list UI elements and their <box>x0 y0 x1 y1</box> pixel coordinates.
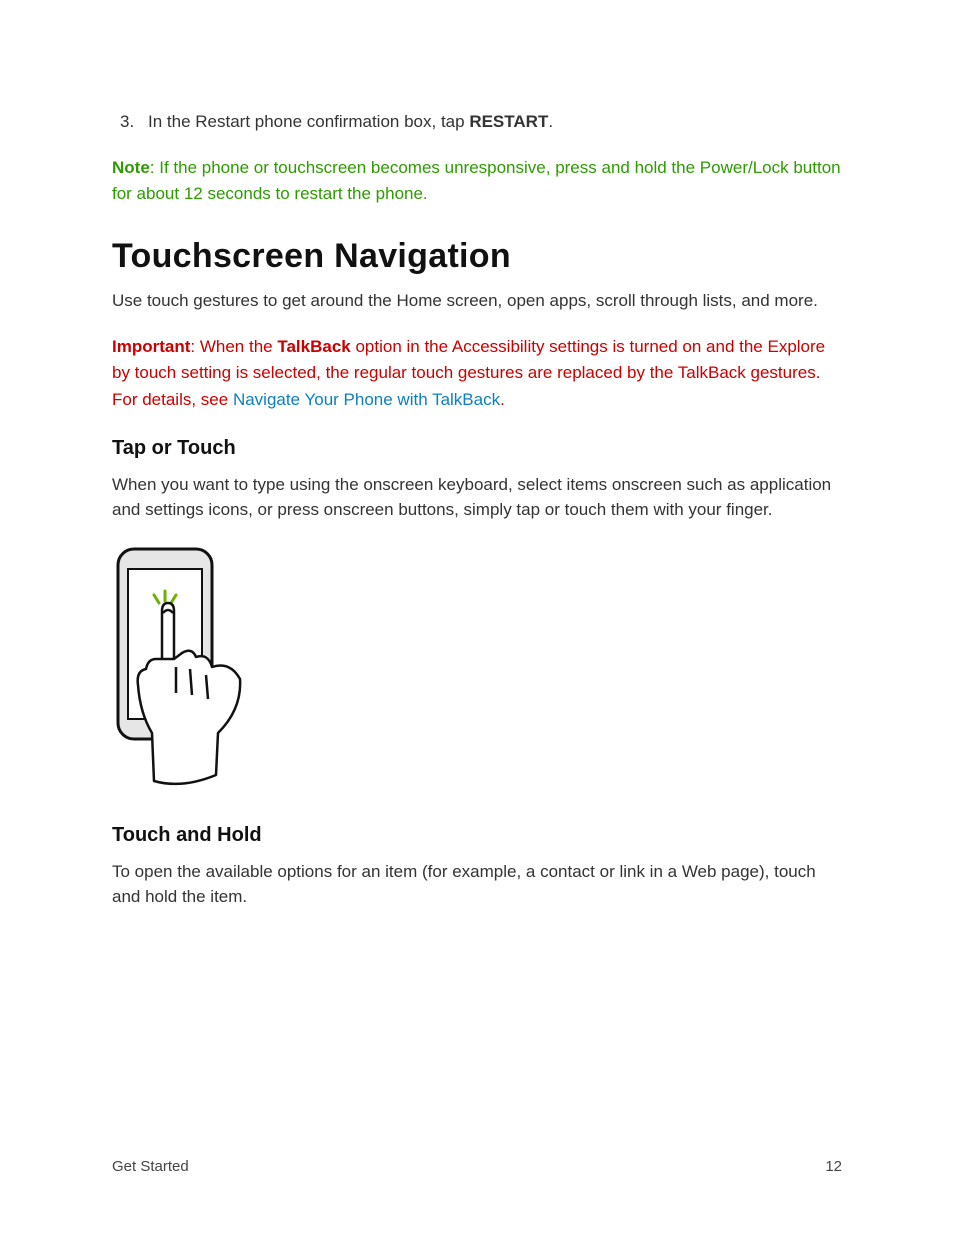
list-prefix: In the Restart phone confirmation box, t… <box>148 112 469 131</box>
hold-body: To open the available options for an ite… <box>112 859 842 910</box>
list-text: In the Restart phone confirmation box, t… <box>148 110 553 135</box>
note-label: Note <box>112 158 150 177</box>
important-tail: . <box>500 390 505 409</box>
important-bold: TalkBack <box>277 337 350 356</box>
tap-body: When you want to type using the onscreen… <box>112 472 842 523</box>
subheading-tap: Tap or Touch <box>112 437 842 460</box>
talkback-link[interactable]: Navigate Your Phone with TalkBack <box>233 390 500 409</box>
footer-section: Get Started <box>112 1158 189 1175</box>
important-label: Important <box>112 337 190 356</box>
ordered-list-item: 3. In the Restart phone confirmation box… <box>112 110 842 135</box>
tap-illustration <box>112 543 252 798</box>
section-heading: Touchscreen Navigation <box>112 237 842 276</box>
intro-text: Use touch gestures to get around the Hom… <box>112 288 842 314</box>
note-text: : If the phone or touchscreen becomes un… <box>112 158 841 203</box>
important-p1: : When the <box>190 337 277 356</box>
subheading-hold: Touch and Hold <box>112 824 842 847</box>
note-block: Note: If the phone or touchscreen become… <box>112 155 842 208</box>
document-page: 3. In the Restart phone confirmation box… <box>0 0 954 1235</box>
important-block: Important: When the TalkBack option in t… <box>112 334 842 413</box>
list-bold: RESTART <box>469 112 548 131</box>
footer-page-number: 12 <box>825 1158 842 1175</box>
list-suffix: . <box>548 112 553 131</box>
page-footer: Get Started 12 <box>112 1158 842 1175</box>
list-marker: 3. <box>112 110 148 135</box>
